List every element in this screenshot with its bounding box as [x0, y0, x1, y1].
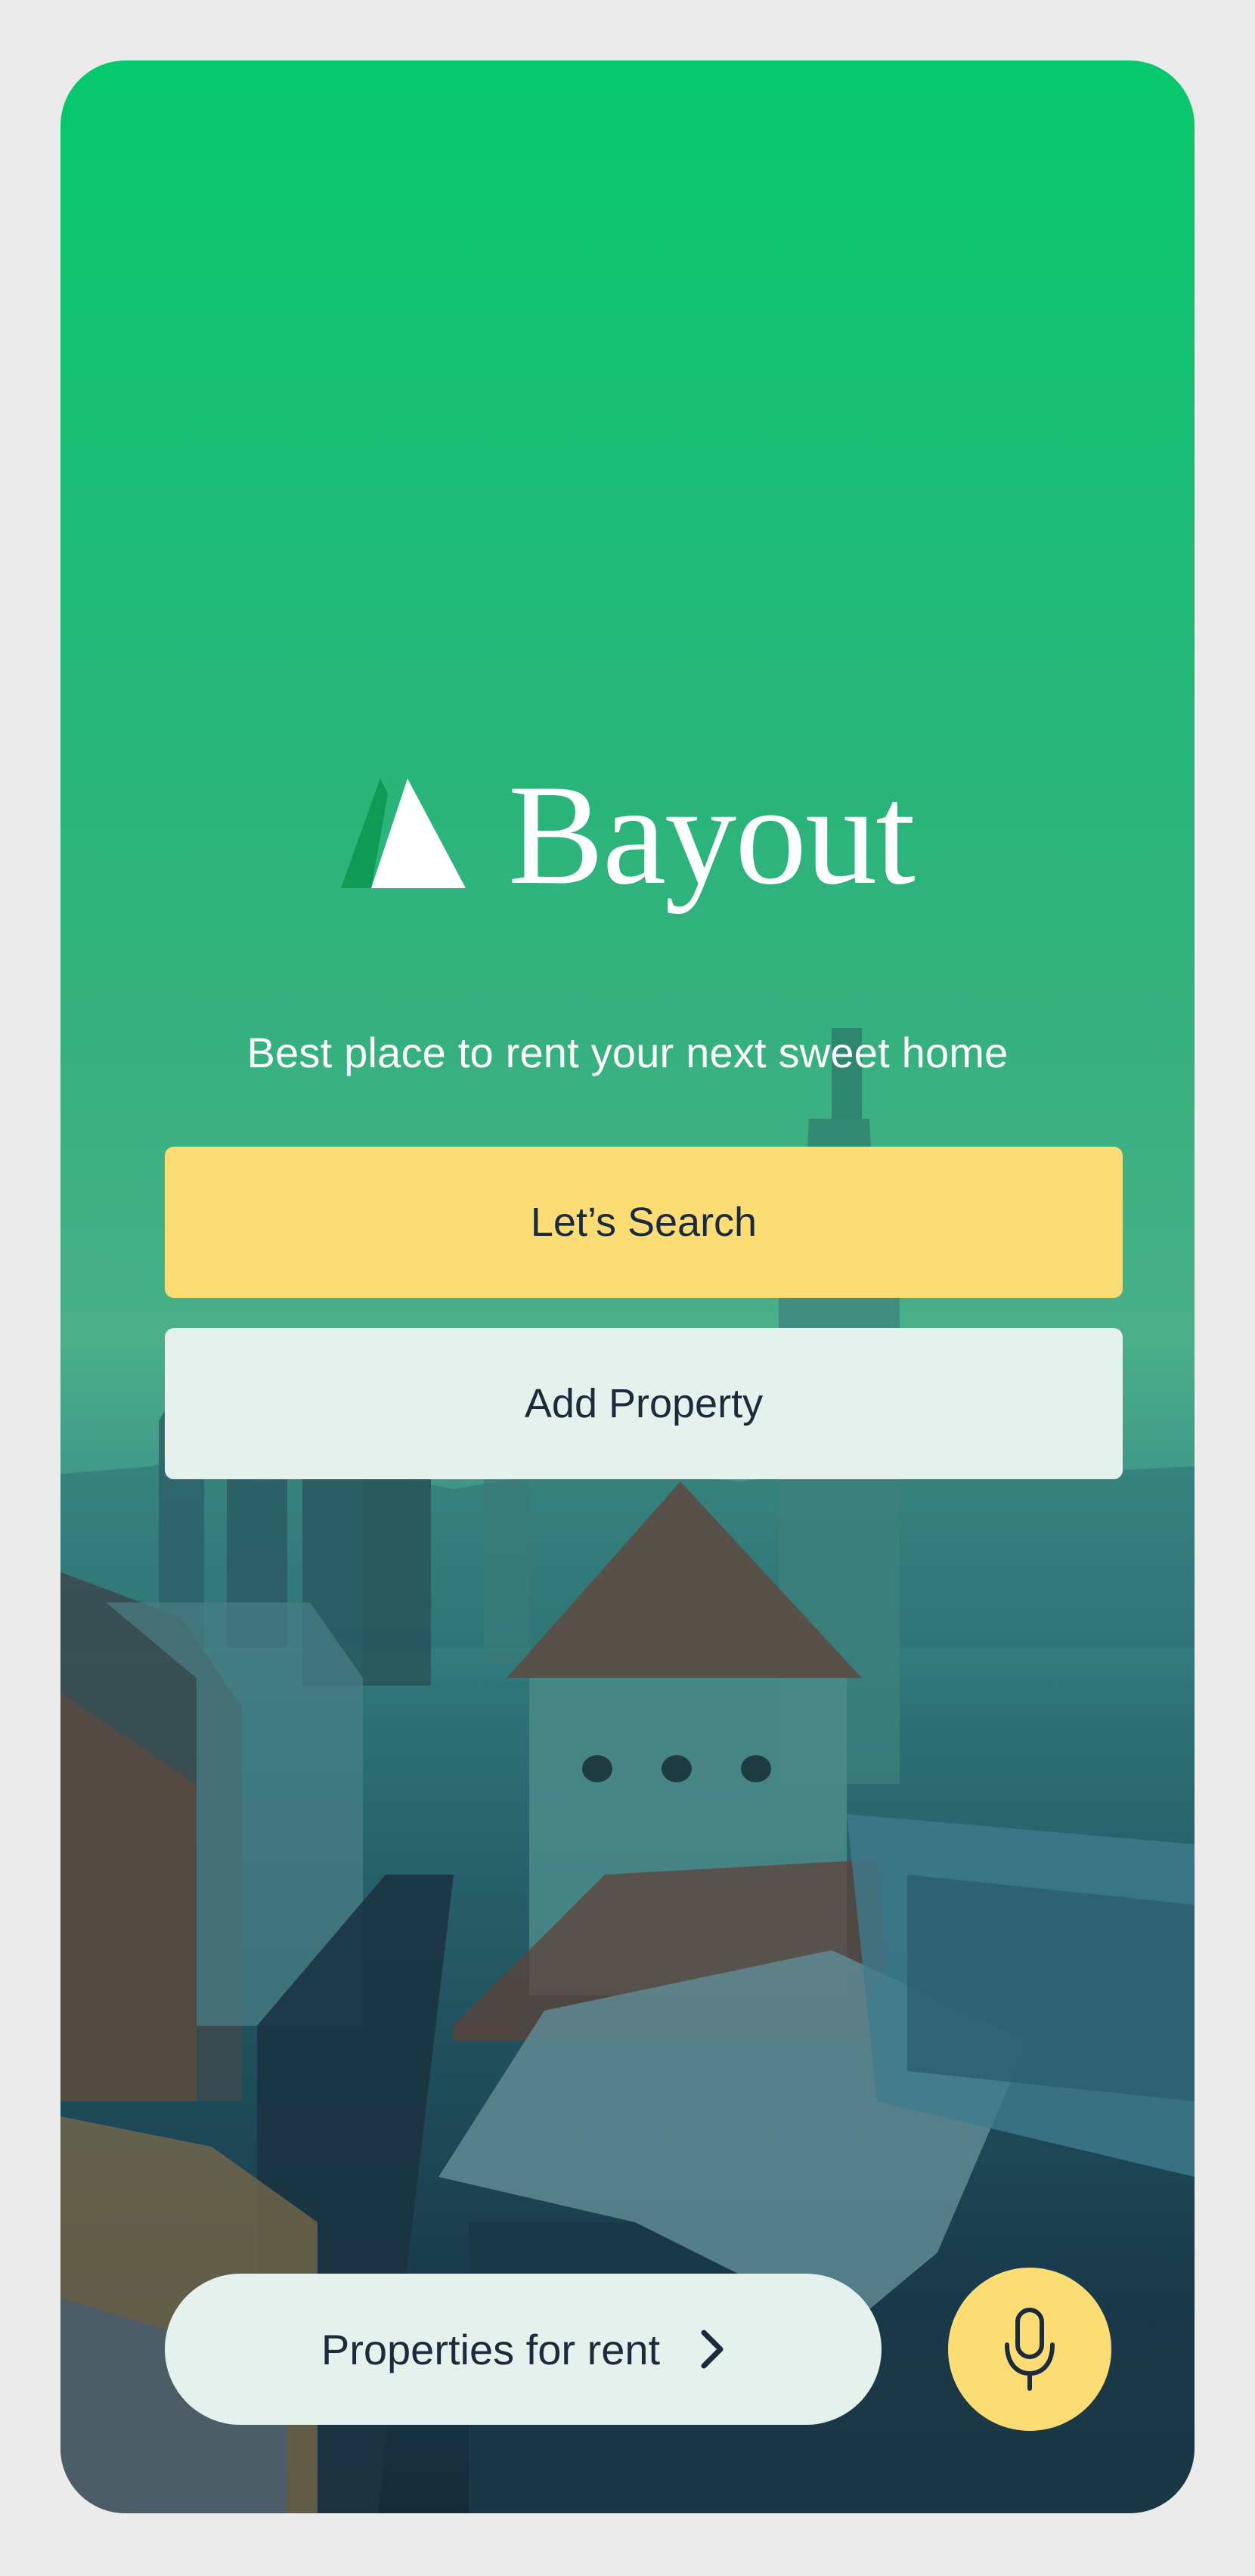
bayout-logo-icon	[341, 779, 466, 888]
chevron-right-icon	[701, 2330, 724, 2369]
microphone-icon	[1005, 2308, 1055, 2391]
voice-search-button[interactable]	[948, 2268, 1111, 2431]
properties-for-rent-label: Properties for rent	[321, 2325, 661, 2373]
search-button[interactable]: Let’s Search	[165, 1147, 1123, 1298]
tagline: Best place to rent your next sweet home	[246, 1029, 1009, 1076]
add-property-button[interactable]: Add Property	[165, 1328, 1123, 1479]
brand-header: Bayout	[60, 763, 1195, 907]
app-name: Bayout	[508, 756, 916, 915]
app-screen: Bayout Best place to rent your next swee…	[60, 60, 1195, 2513]
properties-for-rent-button[interactable]: Properties for rent	[165, 2274, 882, 2425]
